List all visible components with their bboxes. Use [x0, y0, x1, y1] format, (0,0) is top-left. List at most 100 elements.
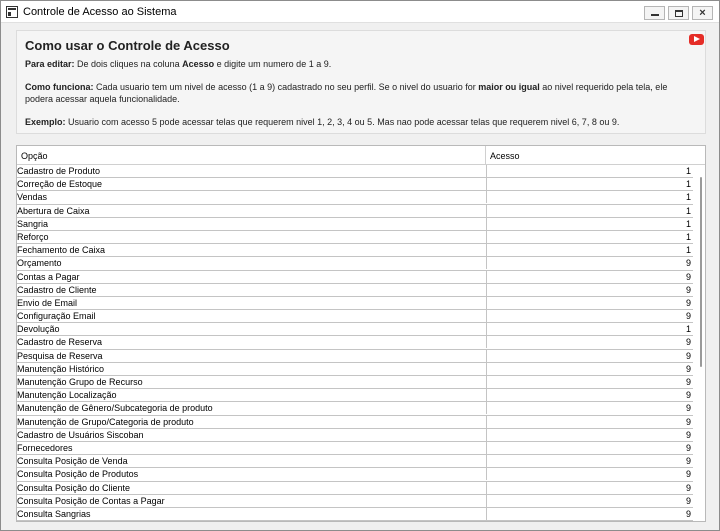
cell-acesso[interactable]: 9: [486, 336, 691, 349]
table-row[interactable]: Consulta Posição de Venda 9: [17, 455, 693, 469]
table-row[interactable]: Cadastro de Usuários Siscoban 9: [17, 428, 693, 442]
table-row[interactable]: Consulta Posição de Produtos 9: [17, 468, 693, 482]
help-how-line: Como funciona: Cada usuario tem um nivel…: [25, 82, 668, 92]
column-header-acesso[interactable]: Acesso: [490, 151, 520, 161]
cell-acesso[interactable]: 1: [486, 165, 691, 177]
table-row[interactable]: Reforço 1: [17, 230, 693, 245]
help-title: Como usar o Controle de Acesso: [25, 38, 230, 53]
close-icon: ×: [699, 7, 706, 19]
table-row[interactable]: Cadastro de Produto 1: [17, 165, 693, 179]
cell-acesso[interactable]: 9: [486, 349, 691, 362]
table-row[interactable]: Configuração Email 9: [17, 310, 693, 324]
cell-acesso[interactable]: 9: [486, 428, 691, 441]
cell-acesso[interactable]: 1: [486, 230, 691, 243]
table-row[interactable]: Vendas 1: [17, 191, 693, 205]
cell-acesso[interactable]: 9: [486, 389, 691, 402]
table-row[interactable]: Consulta Posição de Contas a Pagar 9: [17, 494, 693, 508]
cell-acesso[interactable]: 9: [486, 310, 691, 323]
cell-opcao: Consulta Posição de Contas a Pagar: [17, 495, 165, 506]
cell-acesso[interactable]: 9: [486, 376, 691, 388]
table-row[interactable]: Orçamento 9: [17, 257, 693, 271]
minimize-button[interactable]: [644, 6, 665, 20]
grid-header: Opção Acesso: [17, 146, 705, 165]
cell-acesso[interactable]: 9: [486, 468, 691, 481]
maximize-icon: [675, 10, 683, 17]
vertical-scrollbar[interactable]: [694, 165, 705, 521]
column-header-opcao[interactable]: Opção: [21, 151, 48, 161]
cell-acesso[interactable]: 1: [486, 217, 691, 230]
cell-opcao: Fornecedores: [17, 442, 73, 453]
help-panel: Como usar o Controle de Acesso Para edit…: [16, 30, 706, 134]
cell-acesso[interactable]: 1: [486, 191, 691, 204]
table-row[interactable]: Devolução 1: [17, 323, 693, 337]
cell-opcao: Envio de Email: [17, 297, 78, 308]
table-row[interactable]: Correção de Estoque 1: [17, 178, 693, 192]
cell-acesso[interactable]: 9: [486, 257, 691, 270]
scrollbar-thumb[interactable]: [700, 177, 702, 367]
cell-opcao: Fechamento de Caixa: [17, 245, 106, 256]
cell-opcao: Cadastro de Cliente: [17, 284, 97, 295]
cell-opcao: Cadastro de Reserva: [17, 337, 103, 348]
table-row[interactable]: Fechamento de Caixa 1: [17, 244, 693, 258]
cell-acesso[interactable]: 1: [486, 323, 691, 336]
table-row[interactable]: Consulta Posição do Cliente 9: [17, 481, 693, 495]
column-divider[interactable]: [485, 146, 486, 165]
window-title: Controle de Acesso ao Sistema: [23, 6, 177, 18]
cell-acesso[interactable]: 9: [486, 270, 691, 283]
cell-opcao: Vendas: [17, 192, 48, 203]
access-grid: Opção Acesso Cadastro de Produto 1 Correçã…: [16, 145, 706, 522]
table-row[interactable]: Manutenção Histórico 9: [17, 362, 693, 376]
help-example-line: Exemplo: Usuario com acesso 5 pode acess…: [25, 117, 620, 127]
app-window-icon: [6, 6, 18, 18]
cell-opcao: Configuração Email: [17, 311, 96, 322]
table-row[interactable]: Manutenção de Grupo/Categoria de produto…: [17, 415, 693, 429]
table-row[interactable]: Consulta Sangrias 9: [17, 507, 693, 521]
table-row[interactable]: Manutenção de Gênero/Subcategoria de pro…: [17, 402, 693, 416]
table-row[interactable]: Pesquisa de Reserva 9: [17, 349, 693, 363]
cell-acesso[interactable]: 9: [486, 481, 691, 494]
cell-acesso[interactable]: 9: [486, 296, 691, 309]
cell-opcao: Reforço: [17, 231, 49, 242]
youtube-play-icon[interactable]: [689, 34, 704, 45]
cell-acesso[interactable]: 9: [486, 507, 691, 520]
cell-opcao: Consulta Posição do Cliente: [17, 482, 131, 493]
table-row[interactable]: Manutenção Grupo de Recurso 9: [17, 376, 693, 390]
cell-acesso[interactable]: 9: [486, 494, 691, 507]
table-row[interactable]: Contas a Pagar 9: [17, 270, 693, 284]
cell-acesso[interactable]: 9: [486, 402, 691, 415]
cell-opcao: Manutenção de Gênero/Subcategoria de pro…: [17, 403, 213, 414]
close-button[interactable]: ×: [692, 6, 713, 20]
cell-opcao: Manutenção Histórico: [17, 363, 105, 374]
table-row[interactable]: Abertura de Caixa 1: [17, 204, 693, 218]
cell-acesso[interactable]: 1: [486, 178, 691, 191]
table-row[interactable]: Manutenção Localização 9: [17, 389, 693, 403]
cell-acesso[interactable]: 1: [486, 204, 691, 217]
table-row[interactable]: Cadastro de Reserva 9: [17, 336, 693, 350]
cell-opcao: Consulta Posição de Produtos: [17, 469, 139, 480]
cell-opcao: Pesquisa de Reserva: [17, 350, 103, 361]
help-how-line-2: podera acessar aquela funcionalidade.: [25, 94, 180, 104]
cell-opcao: Consulta Sangrias: [17, 508, 91, 519]
table-row[interactable]: Envio de Email 9: [17, 296, 693, 311]
cell-opcao: Devolução: [17, 324, 60, 335]
cell-opcao: Correção de Estoque: [17, 179, 103, 190]
table-row[interactable]: Sangria 1: [17, 217, 693, 231]
cell-opcao: Contas a Pagar: [17, 271, 80, 282]
cell-acesso[interactable]: 1: [486, 244, 691, 257]
cell-acesso[interactable]: 9: [486, 362, 691, 375]
cell-acesso[interactable]: 9: [486, 441, 691, 454]
grid-rows: Cadastro de Produto 1 Correção de Estoque 1…: [17, 165, 693, 521]
cell-acesso[interactable]: 9: [486, 415, 691, 428]
table-row[interactable]: Fornecedores 9: [17, 441, 693, 456]
maximize-button[interactable]: [668, 6, 689, 20]
cell-opcao: Cadastro de Produto: [17, 166, 101, 176]
cell-opcao: Orçamento: [17, 258, 62, 269]
cell-acesso[interactable]: 9: [486, 283, 691, 296]
title-bar[interactable]: Controle de Acesso ao Sistema ×: [1, 1, 719, 23]
access-control-window: Controle de Acesso ao Sistema × Como usa…: [0, 0, 720, 531]
cell-acesso[interactable]: 9: [486, 455, 691, 468]
table-row[interactable]: Cadastro de Cliente 9: [17, 283, 693, 297]
cell-opcao: Cadastro de Usuários Siscoban: [17, 429, 144, 440]
help-edit-line: Para editar: De dois cliques na coluna A…: [25, 59, 332, 69]
cell-opcao: Consulta Posição de Venda: [17, 456, 128, 467]
